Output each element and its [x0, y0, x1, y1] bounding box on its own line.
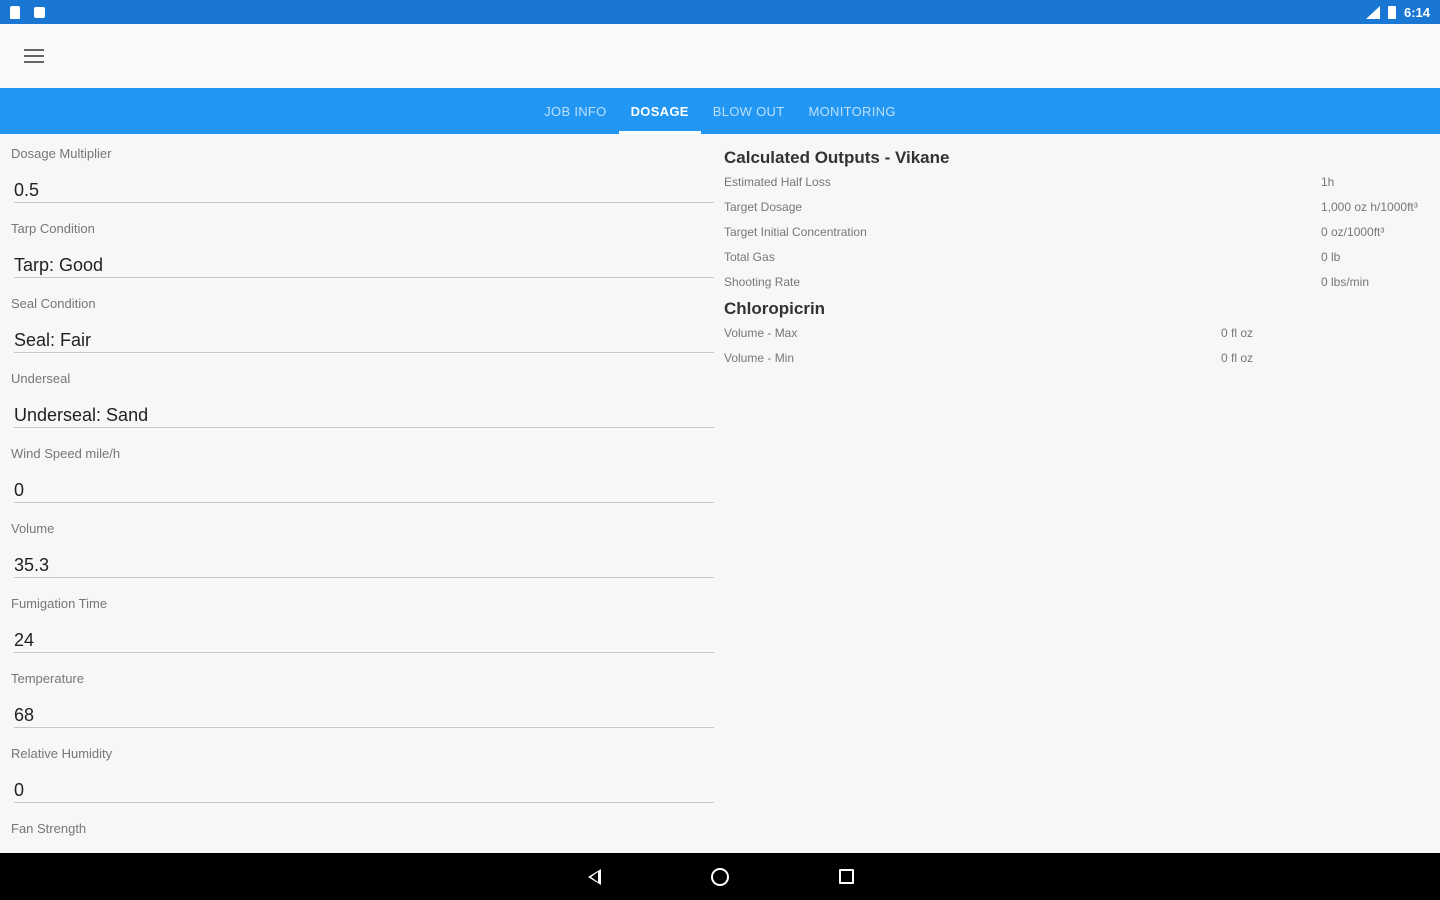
volume-input[interactable]: [14, 553, 714, 578]
recent-apps-square-icon: [838, 869, 854, 884]
battery-icon: [1387, 5, 1396, 19]
output-row: Estimated Half Loss 1h: [724, 168, 1440, 193]
system-nav-bar: [0, 853, 1440, 900]
output-row: Target Dosage 1,000 oz h/1000ft³: [724, 193, 1440, 218]
vikane-outputs: Calculated Outputs - Vikane Estimated Ha…: [724, 148, 1440, 293]
field-label: Dosage Multiplier: [11, 146, 112, 161]
tab-blow-out[interactable]: BLOW OUT: [701, 88, 797, 134]
status-bar: 6:14: [0, 0, 1440, 24]
field-label: Underseal: [11, 371, 71, 386]
output-value: 0 lbs/min: [1321, 275, 1370, 289]
output-row: Target Initial Concentration 0 oz/1000ft…: [724, 218, 1440, 243]
output-row: Shooting Rate 0 lbs/min: [724, 268, 1440, 293]
clipboard-notification-icon: [10, 5, 20, 19]
field-relative-humidity: Relative Humidity: [0, 734, 716, 809]
field-label: Fan Strength: [11, 821, 87, 836]
output-value: 1h: [1321, 175, 1335, 189]
back-button[interactable]: [579, 862, 609, 892]
calculated-outputs-panel: Calculated Outputs - Vikane Estimated Ha…: [724, 134, 1440, 853]
dosage-multiplier-input[interactable]: [14, 178, 714, 203]
output-value: 0 fl oz: [1221, 326, 1254, 340]
output-label: Shooting Rate: [724, 275, 801, 289]
output-label: Total Gas: [724, 250, 775, 264]
tarp-condition-input[interactable]: [14, 253, 714, 278]
app-bar: [0, 24, 1440, 88]
wind-speed-input[interactable]: [14, 478, 714, 503]
tab-dosage[interactable]: DOSAGE: [618, 88, 701, 134]
output-row: Volume - Min 0 fl oz: [724, 344, 1440, 369]
status-notifications: [10, 5, 45, 19]
back-triangle-icon: [587, 868, 601, 885]
output-value: 0 fl oz: [1221, 351, 1254, 365]
output-label: Estimated Half Loss: [724, 175, 831, 189]
output-label: Volume - Max: [724, 326, 798, 340]
relative-humidity-input[interactable]: [14, 778, 714, 803]
output-value: 0 oz/1000ft³: [1321, 225, 1385, 239]
field-tarp-condition: Tarp Condition: [0, 209, 716, 284]
stop-notification-icon: [34, 6, 45, 18]
status-indicators: 6:14: [1365, 4, 1430, 20]
field-label: Volume: [11, 521, 55, 536]
temperature-input[interactable]: [14, 703, 714, 728]
vikane-section-title: Calculated Outputs - Vikane: [724, 148, 950, 167]
output-value: 1,000 oz h/1000ft³: [1321, 200, 1418, 214]
chloropicrin-outputs: Chloropicrin Volume - Max 0 fl oz Volume…: [724, 299, 1440, 369]
output-label: Volume - Min: [724, 351, 795, 365]
field-label: Temperature: [11, 671, 84, 686]
tab-bar: JOB INFO DOSAGE BLOW OUT MONITORING: [0, 88, 1440, 134]
field-label: Seal Condition: [11, 296, 96, 311]
home-button[interactable]: [705, 862, 735, 892]
field-label: Relative Humidity: [11, 746, 113, 761]
hamburger-menu-icon[interactable]: [24, 44, 48, 68]
status-time: 6:14: [1403, 4, 1430, 20]
field-fumigation-time: Fumigation Time: [0, 584, 716, 659]
seal-condition-input[interactable]: [14, 328, 714, 353]
field-underseal: Underseal: [0, 359, 716, 434]
recent-apps-button[interactable]: [831, 862, 861, 892]
output-row: Total Gas 0 lb: [724, 243, 1440, 268]
dosage-form: Dosage Multiplier Tarp Condition Seal Co…: [0, 134, 716, 853]
tab-monitoring[interactable]: MONITORING: [797, 88, 908, 134]
field-fan-strength: Fan Strength: [0, 809, 716, 853]
tab-job-info[interactable]: JOB INFO: [532, 88, 618, 134]
field-temperature: Temperature: [0, 659, 716, 734]
underseal-input[interactable]: [14, 403, 714, 428]
field-volume: Volume: [0, 509, 716, 584]
output-label: Target Initial Concentration: [724, 225, 867, 239]
output-row: Volume - Max 0 fl oz: [724, 319, 1440, 344]
output-label: Target Dosage: [724, 200, 803, 214]
field-wind-speed: Wind Speed mile/h: [0, 434, 716, 509]
field-label: Wind Speed mile/h: [11, 446, 121, 461]
field-label: Fumigation Time: [11, 596, 108, 611]
home-circle-icon: [711, 867, 729, 886]
field-seal-condition: Seal Condition: [0, 284, 716, 359]
fumigation-time-input[interactable]: [14, 628, 714, 653]
chloropicrin-section-title: Chloropicrin: [724, 299, 826, 318]
signal-icon: [1365, 5, 1380, 19]
field-label: Tarp Condition: [11, 221, 95, 236]
output-value: 0 lb: [1321, 250, 1341, 264]
field-dosage-multiplier: Dosage Multiplier: [0, 134, 716, 209]
